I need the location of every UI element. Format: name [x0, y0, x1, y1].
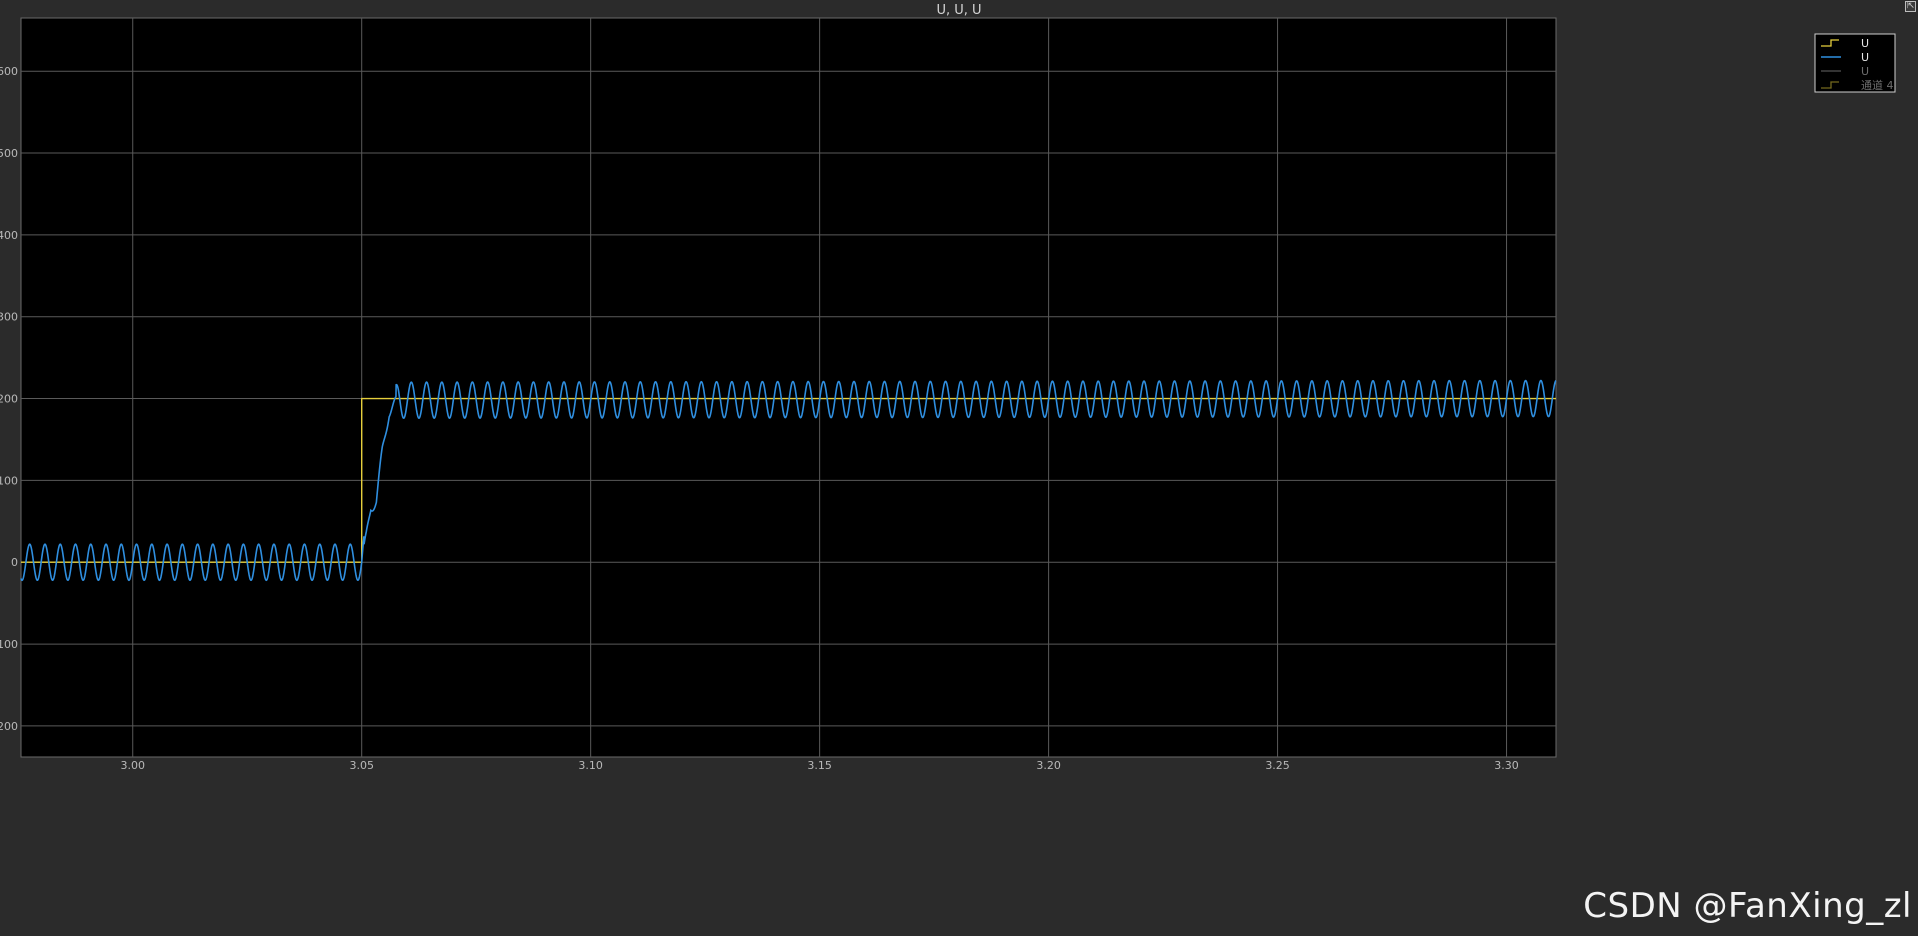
- x-tick-label: 3.00: [120, 759, 145, 772]
- watermark: CSDN @FanXing_zl: [1583, 886, 1912, 926]
- x-tick-label: 3.15: [807, 759, 832, 772]
- scope-plot[interactable]: -200 -100 0 100 200 300 400 500 600 3.00 3.05 3.10…: [0, 0, 1918, 936]
- legend-label: U: [1861, 65, 1869, 78]
- legend-label: U: [1861, 51, 1869, 64]
- y-tick-label: 0: [11, 556, 18, 569]
- y-tick-label: 100: [0, 474, 18, 487]
- y-tick-label: -100: [0, 638, 18, 651]
- y-tick-label: 300: [0, 311, 18, 324]
- x-tick-labels: 3.00 3.05 3.10 3.15 3.20 3.25 3.30: [120, 759, 1518, 772]
- x-tick-label: 3.10: [578, 759, 603, 772]
- y-tick-label: 200: [0, 393, 18, 406]
- y-tick-label: -200: [0, 720, 18, 733]
- x-tick-label: 3.20: [1036, 759, 1061, 772]
- legend-label: 通道 4: [1861, 78, 1894, 92]
- y-tick-label: 400: [0, 229, 18, 242]
- y-tick-label: 500: [0, 147, 18, 160]
- y-tick-labels: -200 -100 0 100 200 300 400 500 600: [0, 65, 18, 733]
- legend[interactable]: UUU通道 4: [1814, 33, 1896, 93]
- legend-label: U: [1861, 37, 1869, 50]
- x-tick-label: 3.30: [1494, 759, 1519, 772]
- y-tick-label: 600: [0, 65, 18, 78]
- x-tick-label: 3.25: [1265, 759, 1290, 772]
- x-tick-label: 3.05: [349, 759, 374, 772]
